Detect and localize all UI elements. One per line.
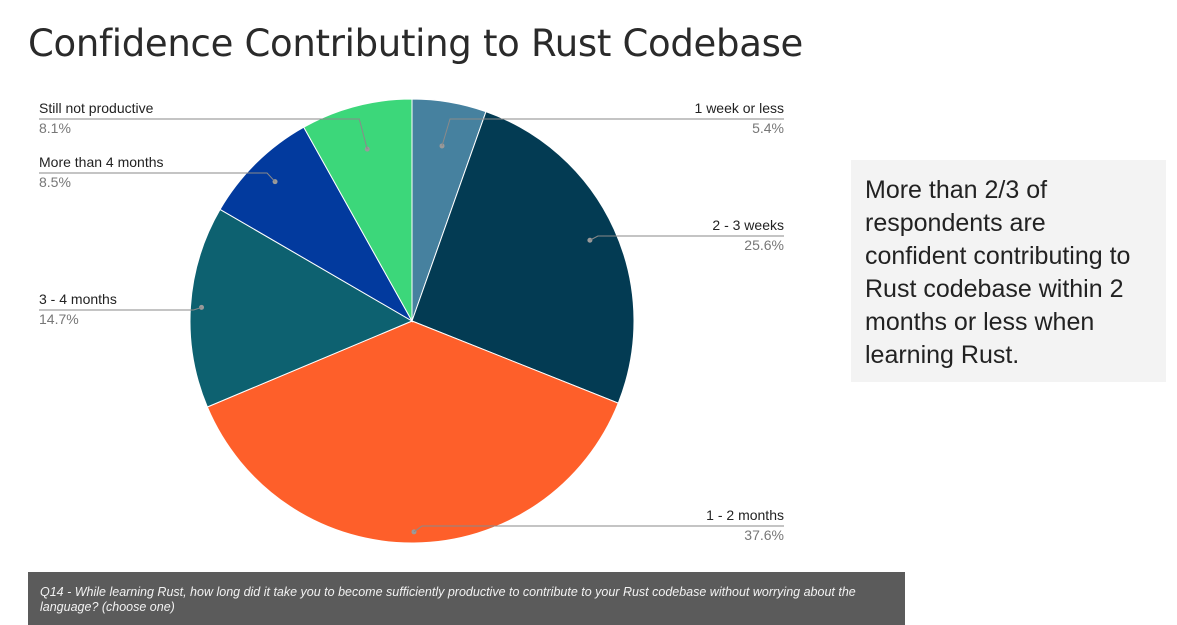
survey-question-footnote: Q14 - While learning Rust, how long did …: [28, 572, 905, 625]
footnote-text: Q14 - While learning Rust, how long did …: [40, 585, 856, 614]
slice-label-5: Still not productive: [39, 100, 154, 116]
leader-line-3: [39, 306, 202, 311]
slice-percent-2: 37.6%: [744, 527, 784, 543]
slice-label-3: 3 - 4 months: [39, 291, 117, 307]
slice-label-1: 2 - 3 weeks: [712, 217, 784, 233]
slide: Confidence Contributing to Rust Codebase…: [0, 0, 1177, 625]
callout-box: More than 2/3 of respondents are confide…: [851, 160, 1166, 382]
slice-percent-1: 25.6%: [744, 237, 784, 253]
slice-percent-3: 14.7%: [39, 311, 79, 327]
slice-label-2: 1 - 2 months: [706, 507, 784, 523]
slice-percent-0: 5.4%: [752, 120, 784, 136]
callout-text: More than 2/3 of respondents are confide…: [865, 176, 1131, 369]
slice-label-0: 1 week or less: [695, 100, 784, 116]
slice-label-4: More than 4 months: [39, 154, 164, 170]
slice-percent-4: 8.5%: [39, 174, 71, 190]
slice-percent-5: 8.1%: [39, 120, 71, 136]
